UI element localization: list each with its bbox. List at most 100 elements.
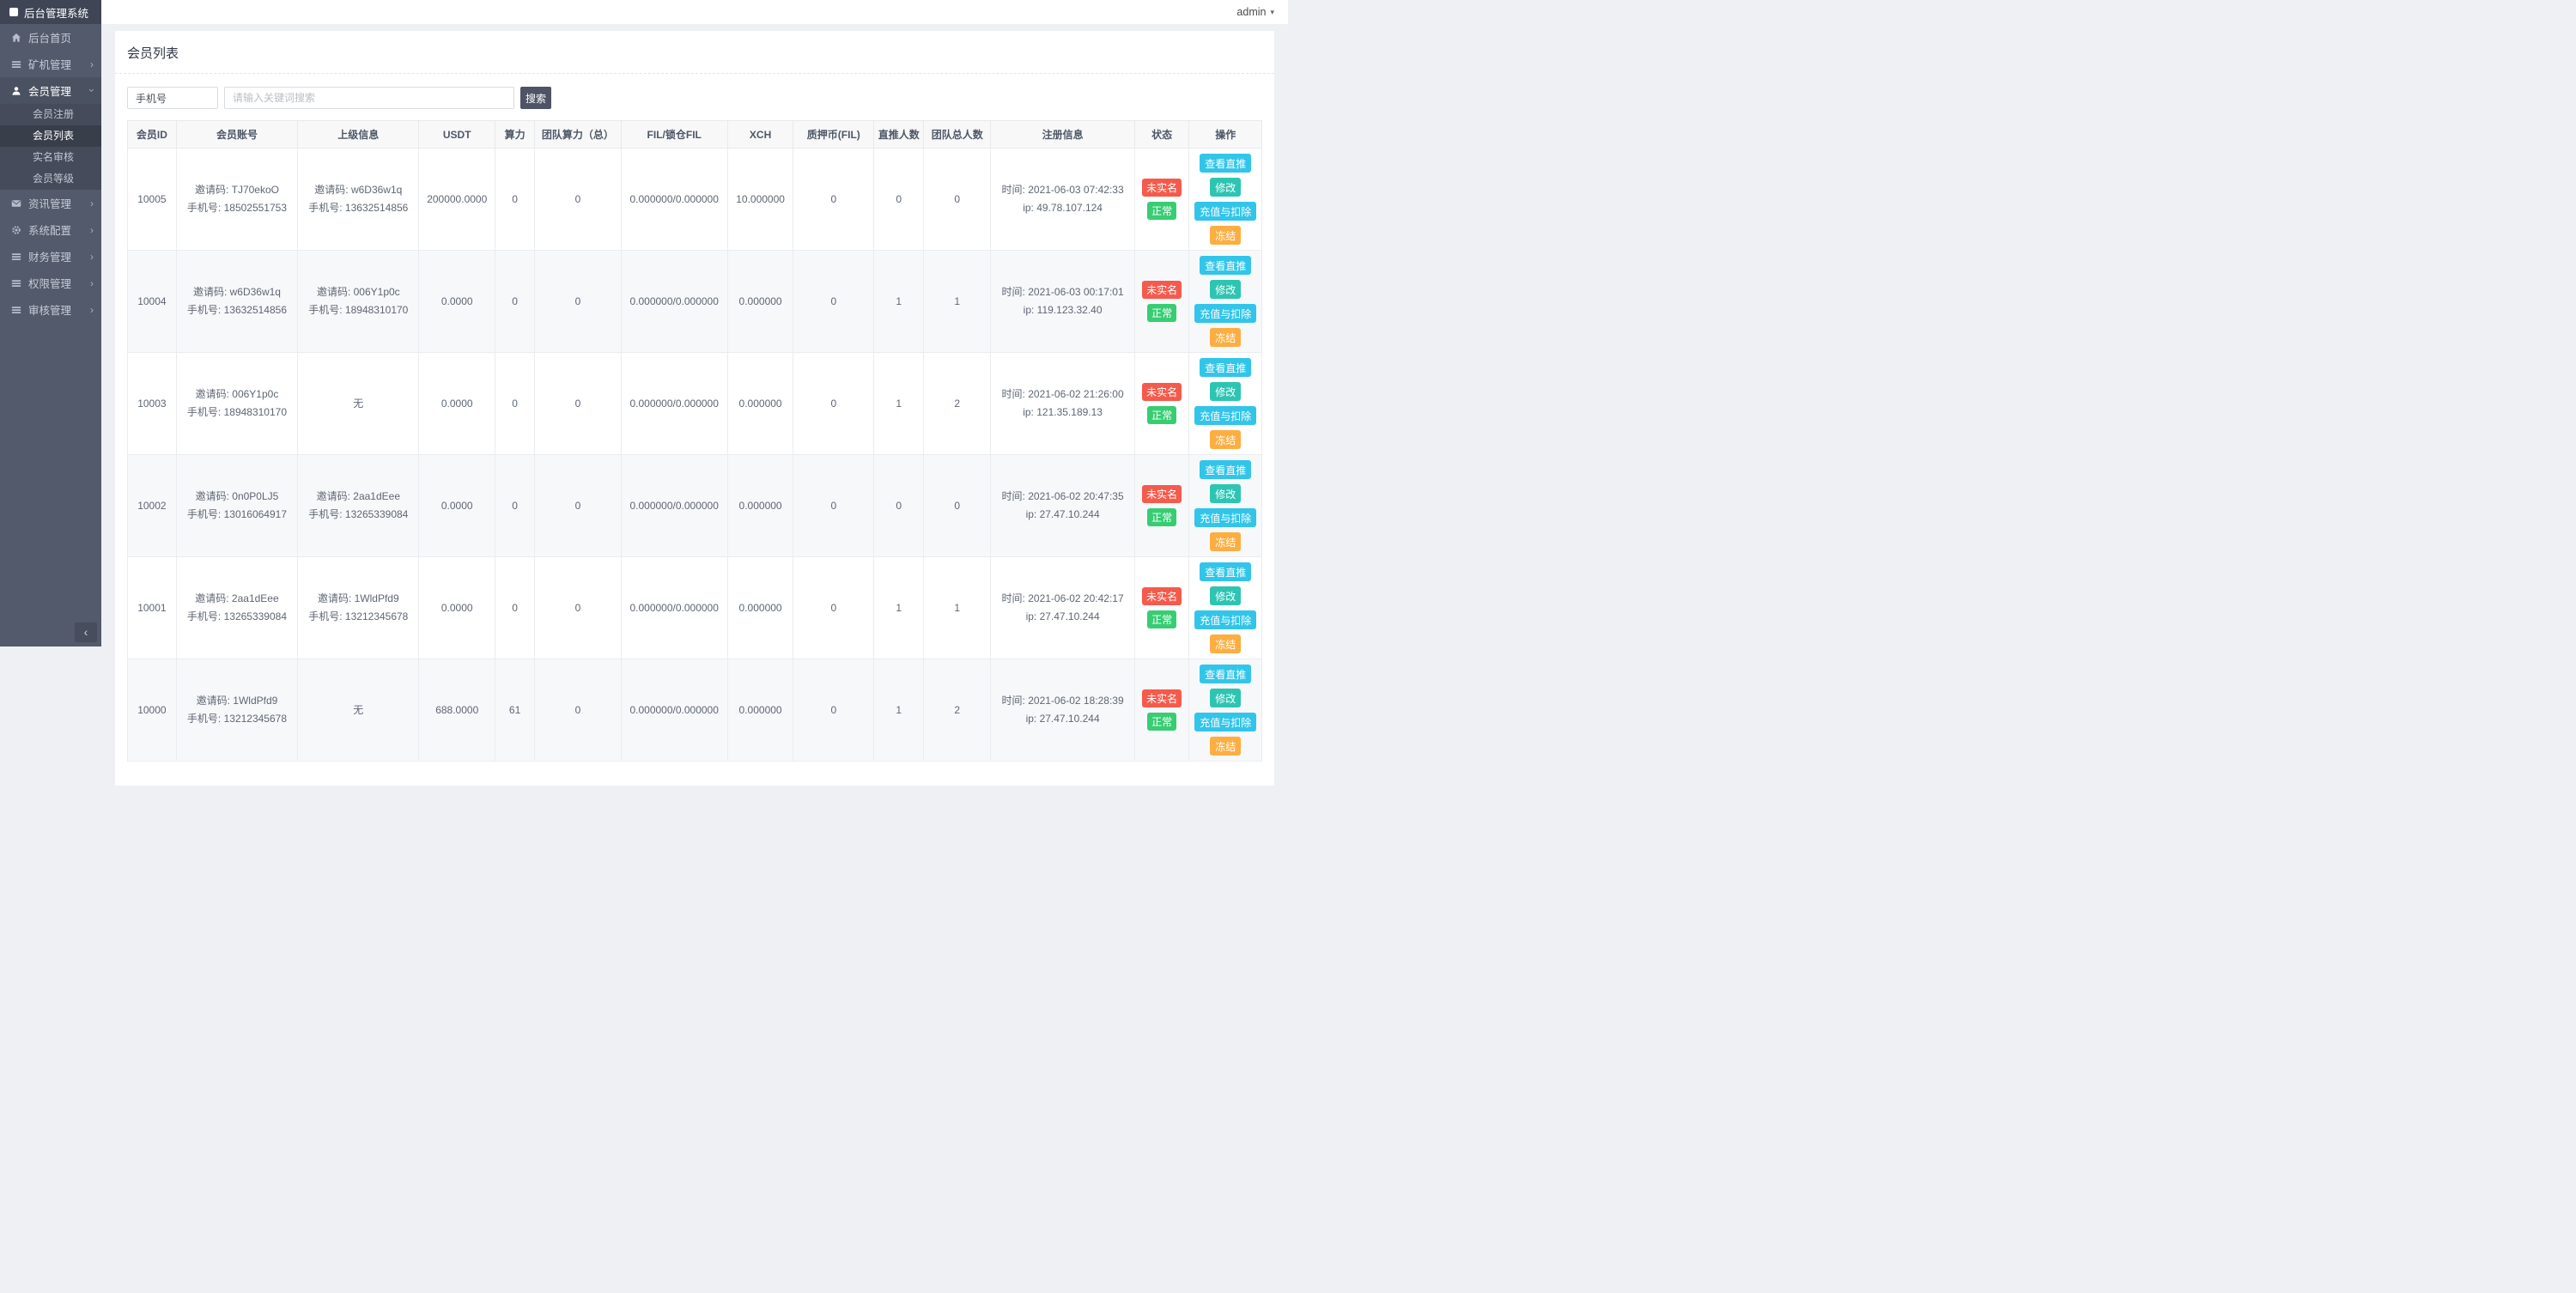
team-count-cell: 1 — [923, 556, 992, 659]
sidebar-item[interactable]: 财务管理 › — [0, 243, 101, 270]
register-info-cell: 时间: 2021-06-02 18:28:39 ip: 27.47.10.244 — [990, 659, 1135, 762]
cell-line: 无 — [353, 397, 364, 410]
status-badge-normal: 正常 — [1147, 610, 1177, 628]
power-cell: 0 — [494, 148, 536, 251]
freeze-button[interactable]: 冻结 — [1210, 737, 1242, 756]
recharge-deduct-button[interactable]: 充值与扣除 — [1194, 202, 1257, 221]
cell-line: 手机号: 13265339084 — [186, 610, 288, 622]
freeze-button[interactable]: 冻结 — [1210, 328, 1242, 347]
cell-line: ip: 27.47.10.244 — [1025, 610, 1100, 622]
edit-button[interactable]: 修改 — [1210, 178, 1242, 197]
view-direct-button[interactable]: 查看直推 — [1200, 460, 1252, 479]
cell-line: 手机号: 18502551753 — [186, 202, 288, 214]
view-direct-button[interactable]: 查看直推 — [1200, 154, 1252, 173]
cell-line: 邀请码: 2aa1dEee — [316, 490, 400, 502]
keyword-input[interactable] — [224, 87, 514, 109]
view-direct-button[interactable]: 查看直推 — [1200, 665, 1252, 683]
cell-line: ip: 27.47.10.244 — [1025, 508, 1100, 520]
member-table: 会员ID 会员账号 上级信息 USDT 算力 团队算力（总） FIL/锁仓FIL XCH 质押币… — [127, 120, 1262, 762]
menu-icon — [10, 252, 21, 262]
sidebar-collapse-icon[interactable]: ‹ — [75, 622, 97, 642]
pledge-cell: 0 — [793, 659, 875, 762]
member-id-cell: 10004 — [127, 250, 177, 353]
sidebar-subitem[interactable]: 会员注册 — [0, 104, 101, 125]
pledge-cell: 0 — [793, 556, 875, 659]
sidebar-item[interactable]: 审核管理 › — [0, 296, 101, 323]
cell-line: 邀请码: TJ70ekoO — [194, 184, 279, 196]
cell-line: ip: 27.47.10.244 — [1025, 713, 1100, 725]
sidebar-subitem[interactable]: 实名审核 — [0, 147, 101, 168]
register-info-cell: 时间: 2021-06-03 00:17:01 ip: 119.123.32.40 — [990, 250, 1135, 353]
sidebar-item-label: 后台首页 — [28, 33, 72, 45]
sidebar-subitem[interactable]: 会员列表 — [0, 125, 101, 147]
recharge-deduct-button[interactable]: 充值与扣除 — [1194, 304, 1257, 323]
card-body: 手机号 搜索 会员ID会员账号上级信息USDT算力团队算力（总）FIL/锁仓FI… — [115, 74, 1274, 786]
cell-line: 邀请码: 1WldPfd9 — [196, 695, 278, 707]
recharge-deduct-button[interactable]: 充值与扣除 — [1194, 713, 1257, 731]
cell-line: 邀请码: w6D36w1q — [314, 184, 403, 196]
usdt-cell: 0.0000 — [418, 352, 495, 455]
cell-line: 时间: 2021-06-02 20:42:17 — [1001, 592, 1124, 604]
edit-button[interactable]: 修改 — [1210, 280, 1242, 299]
sidebar-item[interactable]: 会员管理 › — [0, 77, 101, 104]
user-menu[interactable]: admin ▾ — [1236, 0, 1274, 24]
team-power-cell: 0 — [534, 148, 622, 251]
fil-cell: 0.000000/0.000000 — [620, 148, 728, 251]
sidebar-subitem[interactable]: 会员等级 — [0, 168, 101, 190]
column-header: 状态 — [1133, 120, 1190, 149]
cell-line: 手机号: 13212345678 — [308, 610, 409, 622]
edit-button[interactable]: 修改 — [1210, 382, 1242, 401]
sidebar-item[interactable]: 权限管理 › — [0, 270, 101, 296]
view-direct-button[interactable]: 查看直推 — [1200, 562, 1252, 581]
xch-cell: 0.000000 — [726, 250, 794, 353]
logo-square-icon — [9, 8, 18, 16]
status-badge-normal: 正常 — [1147, 406, 1177, 424]
edit-button[interactable]: 修改 — [1210, 689, 1242, 707]
parent-info-cell: 无 — [297, 659, 420, 762]
table-row: 10004 邀请码: w6D36w1q 手机号: 13632514856 邀请码: 0… — [127, 250, 1262, 353]
view-direct-button[interactable]: 查看直推 — [1200, 358, 1252, 377]
sidebar-item[interactable]: 后台首页 — [0, 24, 101, 51]
member-account-cell: 邀请码: 006Y1p0c 手机号: 18948310170 — [175, 352, 299, 455]
freeze-button[interactable]: 冻结 — [1210, 226, 1242, 245]
parent-info-cell: 无 — [297, 352, 420, 455]
search-field-select[interactable]: 手机号 — [127, 87, 218, 109]
status-badge-unverified: 未实名 — [1142, 383, 1182, 401]
cell-line: ip: 119.123.32.40 — [1023, 304, 1103, 316]
freeze-button[interactable]: 冻结 — [1210, 634, 1242, 653]
parent-info-cell: 邀请码: 2aa1dEee 手机号: 13265339084 — [297, 454, 420, 557]
search-button[interactable]: 搜索 — [520, 87, 552, 109]
sidebar-item[interactable]: 系统配置 › — [0, 216, 101, 243]
recharge-deduct-button[interactable]: 充值与扣除 — [1194, 406, 1257, 425]
direct-count-cell: 0 — [873, 454, 925, 557]
fil-cell: 0.000000/0.000000 — [620, 250, 728, 353]
gear-icon — [10, 225, 21, 235]
fil-cell: 0.000000/0.000000 — [620, 659, 728, 762]
actions-cell: 查看直推修改充值与扣除冻结 — [1188, 659, 1262, 762]
freeze-button[interactable]: 冻结 — [1210, 430, 1242, 449]
sidebar-item[interactable]: 矿机管理 › — [0, 51, 101, 77]
cell-line: 无 — [353, 703, 364, 716]
recharge-deduct-button[interactable]: 充值与扣除 — [1194, 508, 1257, 527]
edit-button[interactable]: 修改 — [1210, 586, 1242, 605]
cell-line: 手机号: 18948310170 — [186, 406, 288, 418]
freeze-button[interactable]: 冻结 — [1210, 532, 1242, 551]
team-count-cell: 0 — [923, 454, 992, 557]
usdt-cell: 688.0000 — [418, 659, 495, 762]
cell-line: 邀请码: 0n0P0LJ5 — [195, 490, 279, 502]
view-direct-button[interactable]: 查看直推 — [1200, 256, 1252, 275]
pledge-cell: 0 — [793, 352, 875, 455]
recharge-deduct-button[interactable]: 充值与扣除 — [1194, 610, 1257, 629]
sidebar-item[interactable]: 资讯管理 › — [0, 190, 101, 216]
table-row: 10002 邀请码: 0n0P0LJ5 手机号: 13016064917 邀请码: 2… — [127, 454, 1262, 557]
actions-cell: 查看直推修改充值与扣除冻结 — [1188, 352, 1262, 455]
sidebar-submenu: 会员注册 会员列表 实名审核 会员等级 — [0, 104, 101, 190]
parent-info-cell: 邀请码: w6D36w1q 手机号: 13632514856 — [297, 148, 420, 251]
status-badge-unverified: 未实名 — [1142, 689, 1182, 707]
sidebar-menu: 后台首页矿机管理 › 会员管理 › 会员注册 会员列表 实名审核 会员等级 资讯管理 › 系统配置 ›… — [0, 24, 101, 323]
column-header: XCH — [726, 120, 794, 149]
cell-line: ip: 121.35.189.13 — [1023, 406, 1103, 418]
status-cell: 未实名 正常 — [1133, 148, 1190, 251]
actions-cell: 查看直推修改充值与扣除冻结 — [1188, 250, 1262, 353]
edit-button[interactable]: 修改 — [1210, 484, 1242, 503]
